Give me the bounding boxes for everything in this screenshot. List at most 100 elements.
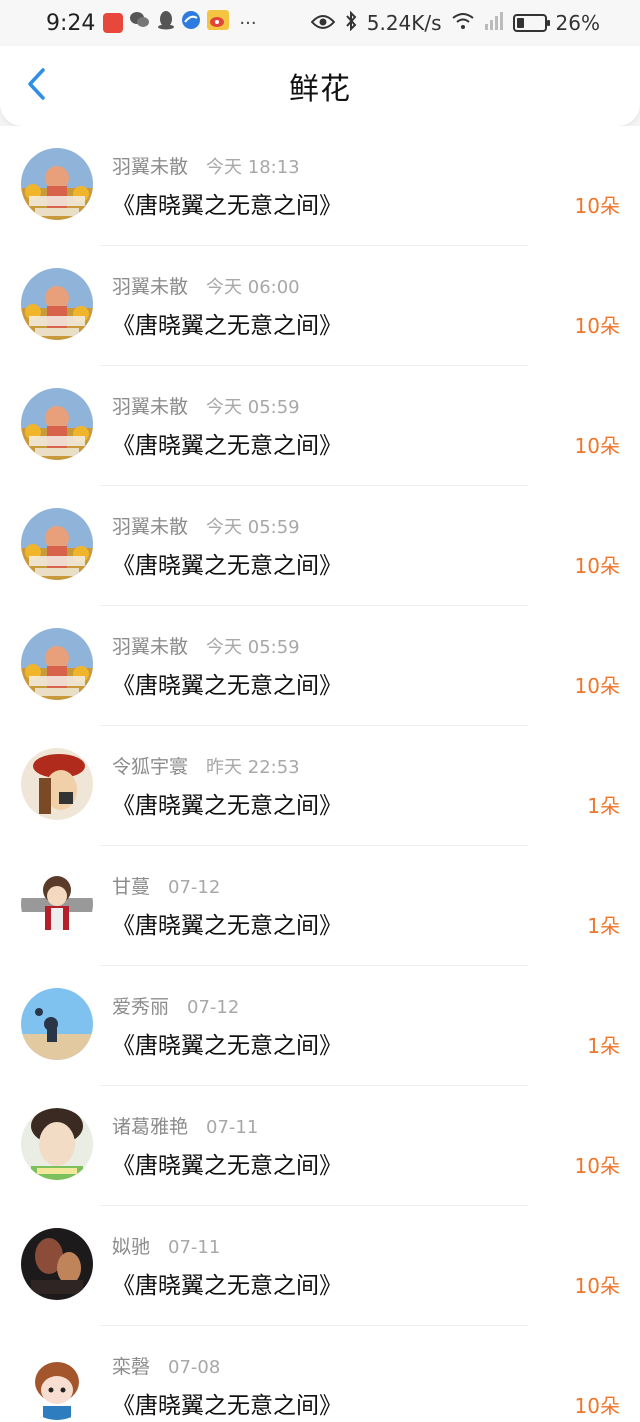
flower-list-item[interactable]: 羽翼未散 今天 05:59 《唐晓翼之无意之间》 10朵	[0, 486, 640, 606]
send-time: 07-12	[187, 997, 240, 1018]
send-time: 昨天 22:53	[206, 757, 300, 778]
battery-percent: 26%	[555, 11, 600, 35]
chibi-avatar	[21, 1348, 93, 1420]
book-title[interactable]: 《唐晓翼之无意之间》	[112, 426, 342, 460]
flower-list: 羽翼未散 今天 18:13 《唐晓翼之无意之间》 10朵 羽翼未散 今天 06:00 《唐晓…	[0, 126, 640, 1422]
name-line: 栾磬 07-08	[112, 1352, 220, 1379]
send-time: 07-08	[168, 1357, 221, 1378]
user-name[interactable]: 姒驰	[112, 1232, 150, 1259]
user-name[interactable]: 栾磬	[112, 1352, 150, 1379]
sunflower-avatar	[21, 628, 93, 700]
flower-list-item[interactable]: 令狐宇寰 昨天 22:53 《唐晓翼之无意之间》 1朵	[0, 726, 640, 846]
user-name[interactable]: 羽翼未散	[112, 152, 188, 179]
wechat-icon	[129, 10, 151, 36]
avatar[interactable]	[21, 508, 93, 580]
flower-list-item[interactable]: 羽翼未散 今天 06:00 《唐晓翼之无意之间》 10朵	[0, 246, 640, 366]
name-line: 姒驰 07-11	[112, 1232, 220, 1259]
avatar[interactable]	[21, 868, 93, 940]
sunflower-avatar	[21, 388, 93, 460]
page-title: 鲜花	[289, 72, 351, 107]
avatar[interactable]	[21, 988, 93, 1060]
avatar[interactable]	[21, 748, 93, 820]
book-title[interactable]: 《唐晓翼之无意之间》	[112, 186, 342, 220]
name-line: 羽翼未散 今天 05:59	[112, 512, 300, 539]
avatar[interactable]	[21, 388, 93, 460]
flower-list-item[interactable]: 诸葛雅艳 07-11 《唐晓翼之无意之间》 10朵	[0, 1086, 640, 1206]
book-title[interactable]: 《唐晓翼之无意之间》	[112, 666, 342, 700]
user-name[interactable]: 羽翼未散	[112, 512, 188, 539]
flower-count: 1朵	[587, 794, 620, 818]
avatar[interactable]	[21, 1348, 93, 1420]
flower-count: 10朵	[574, 434, 620, 458]
status-bar: 9:24 ··· 5.24K/s 26%	[0, 0, 640, 46]
name-line: 羽翼未散 今天 05:59	[112, 632, 300, 659]
flower-count: 1朵	[587, 914, 620, 938]
flower-count: 10朵	[574, 194, 620, 218]
avatar[interactable]	[21, 268, 93, 340]
user-name[interactable]: 令狐宇寰	[112, 752, 188, 779]
book-title[interactable]: 《唐晓翼之无意之间》	[112, 1146, 342, 1180]
browser-icon	[181, 10, 201, 36]
flower-count: 10朵	[574, 1154, 620, 1178]
avatar[interactable]	[21, 1108, 93, 1180]
more-notifications-icon: ···	[239, 12, 257, 34]
anime-boy-avatar	[21, 868, 93, 940]
user-name[interactable]: 诸葛雅艳	[112, 1112, 188, 1139]
name-line: 羽翼未散 今天 06:00	[112, 272, 300, 299]
send-time: 07-12	[168, 877, 221, 898]
send-time: 今天 18:13	[206, 157, 300, 178]
user-name[interactable]: 羽翼未散	[112, 632, 188, 659]
notification-icons: ···	[103, 10, 257, 36]
book-title[interactable]: 《唐晓翼之无意之间》	[112, 306, 342, 340]
eye-icon	[310, 11, 336, 35]
book-title[interactable]: 《唐晓翼之无意之间》	[112, 906, 342, 940]
book-title[interactable]: 《唐晓翼之无意之间》	[112, 1386, 342, 1420]
dark-art-avatar	[21, 1228, 93, 1300]
signal-icon	[484, 11, 504, 35]
flower-list-item[interactable]: 栾磬 07-08 《唐晓翼之无意之间》 10朵	[0, 1326, 640, 1422]
flower-count: 10朵	[574, 554, 620, 578]
sunflower-avatar	[21, 508, 93, 580]
book-title[interactable]: 《唐晓翼之无意之间》	[112, 786, 342, 820]
send-time: 07-11	[168, 1237, 221, 1258]
name-line: 令狐宇寰 昨天 22:53	[112, 752, 300, 779]
sunflower-avatar	[21, 148, 93, 220]
send-time: 07-11	[206, 1117, 259, 1138]
status-right: 5.24K/s 26%	[310, 10, 600, 36]
chevron-left-icon	[25, 67, 47, 105]
name-line: 爱秀丽 07-12	[112, 992, 239, 1019]
send-time: 今天 06:00	[206, 277, 300, 298]
user-name[interactable]: 爱秀丽	[112, 992, 169, 1019]
book-title[interactable]: 《唐晓翼之无意之间》	[112, 546, 342, 580]
red-hat-girl-avatar	[21, 748, 93, 820]
name-line: 羽翼未散 今天 05:59	[112, 392, 300, 419]
flower-list-item[interactable]: 爱秀丽 07-12 《唐晓翼之无意之间》 1朵	[0, 966, 640, 1086]
flower-list-item[interactable]: 甘蔓 07-12 《唐晓翼之无意之间》 1朵	[0, 846, 640, 966]
flower-list-item[interactable]: 羽翼未散 今天 05:59 《唐晓翼之无意之间》 10朵	[0, 606, 640, 726]
book-title[interactable]: 《唐晓翼之无意之间》	[112, 1266, 342, 1300]
book-title[interactable]: 《唐晓翼之无意之间》	[112, 1026, 342, 1060]
flower-list-item[interactable]: 羽翼未散 今天 05:59 《唐晓翼之无意之间》 10朵	[0, 366, 640, 486]
status-time: 9:24	[46, 10, 96, 36]
flower-list-item[interactable]: 姒驰 07-11 《唐晓翼之无意之间》 10朵	[0, 1206, 640, 1326]
sunflower-avatar	[21, 268, 93, 340]
avatar[interactable]	[21, 628, 93, 700]
battery-fill	[516, 18, 524, 28]
flower-count: 10朵	[574, 674, 620, 698]
wifi-icon	[451, 11, 475, 35]
avatar[interactable]	[21, 148, 93, 220]
flower-list-item[interactable]: 羽翼未散 今天 18:13 《唐晓翼之无意之间》 10朵	[0, 126, 640, 246]
name-line: 羽翼未散 今天 18:13	[112, 152, 300, 179]
battery-icon	[512, 14, 550, 32]
network-speed: 5.24K/s	[366, 11, 442, 35]
blue-sky-avatar	[21, 988, 93, 1060]
qq-icon	[157, 10, 175, 36]
user-name[interactable]: 甘蔓	[112, 872, 150, 899]
avatar[interactable]	[21, 1228, 93, 1300]
send-time: 今天 05:59	[206, 637, 300, 658]
user-name[interactable]: 羽翼未散	[112, 392, 188, 419]
flower-count: 10朵	[574, 314, 620, 338]
send-time: 今天 05:59	[206, 397, 300, 418]
back-button[interactable]	[18, 68, 54, 104]
user-name[interactable]: 羽翼未散	[112, 272, 188, 299]
